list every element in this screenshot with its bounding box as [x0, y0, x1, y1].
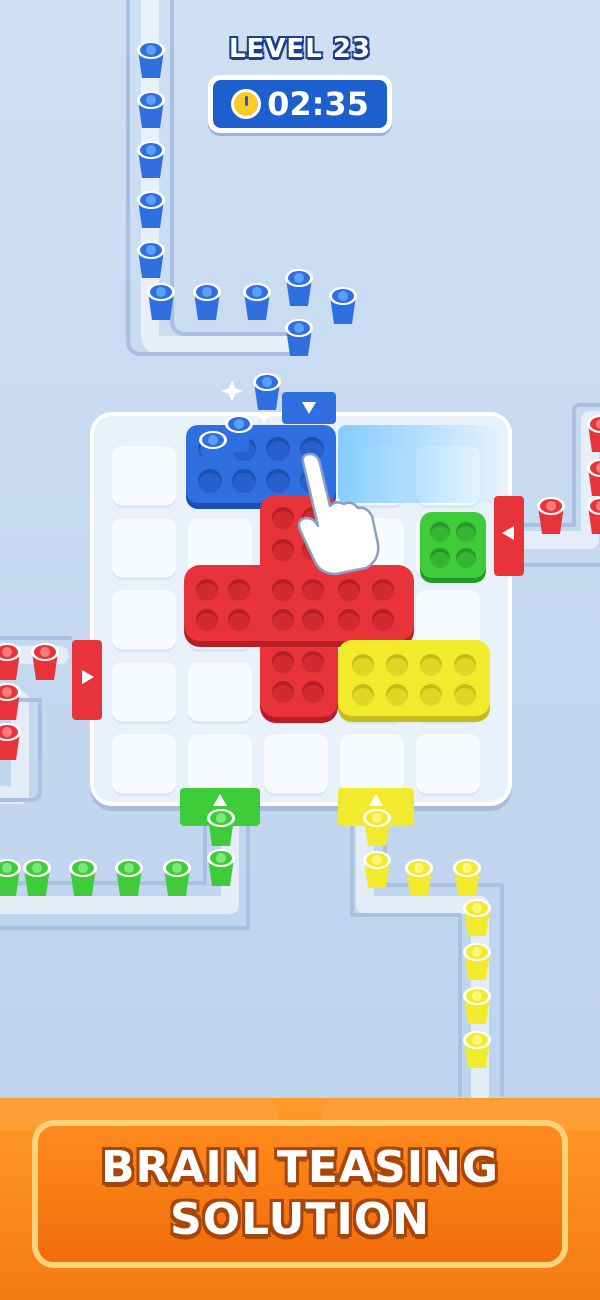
cup-red — [587, 497, 600, 534]
cup-green — [69, 859, 97, 896]
cup-yellow — [363, 851, 391, 888]
cup-yellow — [463, 943, 491, 980]
cup-green — [207, 849, 235, 886]
cup-green — [23, 859, 51, 896]
timer-display: 02:35 — [208, 75, 392, 133]
cup-yellow — [463, 1031, 491, 1068]
cup-yellow — [405, 859, 433, 896]
cup-green — [163, 859, 191, 896]
cup-yellow — [463, 987, 491, 1024]
cup-red — [537, 497, 565, 534]
cup-blue — [285, 319, 313, 356]
level-title: LEVEL 23 — [228, 34, 371, 64]
cup-yellow — [463, 899, 491, 936]
cup-red — [587, 415, 600, 452]
banner-panel: BRAIN TEASING SOLUTION — [32, 1120, 568, 1268]
cup-red — [0, 683, 21, 720]
cup-red — [31, 643, 59, 680]
cup-blue — [137, 141, 165, 178]
cup-yellow — [363, 809, 391, 846]
cup-blue — [285, 269, 313, 306]
cup-green — [115, 859, 143, 896]
sparkle-icon — [221, 380, 271, 424]
cup-red — [0, 643, 21, 680]
stopwatch-icon — [231, 89, 262, 119]
timer-value: 02:35 — [267, 85, 369, 123]
banner-headline: BRAIN TEASING — [100, 1142, 500, 1193]
cup-blue — [147, 283, 175, 320]
cup-blue — [193, 283, 221, 320]
cup-blue — [137, 191, 165, 228]
cup-blue — [243, 283, 271, 320]
cup-red — [0, 723, 21, 760]
cup-green — [207, 809, 235, 846]
cup-yellow — [453, 859, 481, 896]
cup-blue — [137, 241, 165, 278]
pointer-hand-icon — [297, 452, 380, 576]
cup-green — [0, 859, 21, 896]
cup-red — [587, 459, 600, 496]
cup-blue — [329, 287, 357, 324]
cup-blue — [137, 91, 165, 128]
banner-subline: SOLUTION — [170, 1194, 430, 1245]
